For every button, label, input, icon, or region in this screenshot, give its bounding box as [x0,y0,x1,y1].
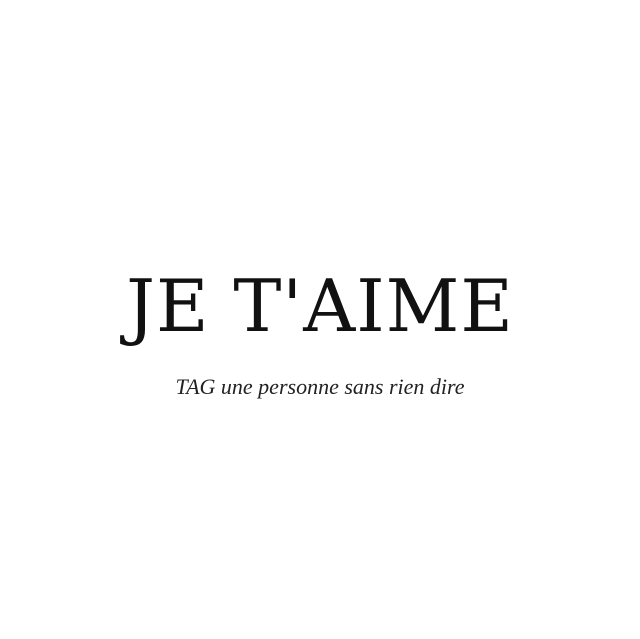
headline-text: JE T'AIME [126,264,514,348]
subline-text: TAG une personne sans rien dire [175,374,465,399]
image-canvas: JE T'AIME TAG une personne sans rien dir… [0,0,640,639]
